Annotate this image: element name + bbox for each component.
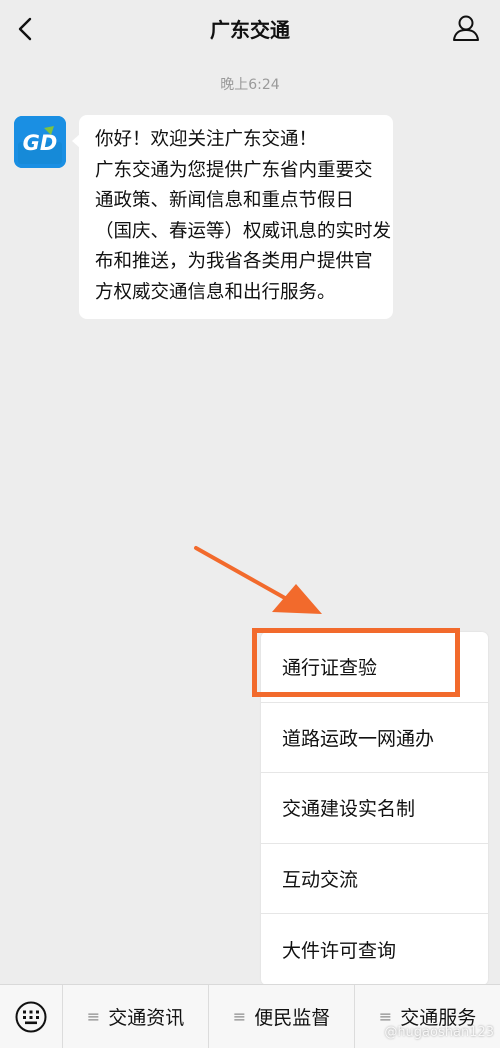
welcome-message-bubble: 你好！欢迎关注广东交通！ 广东交通为您提供广东省内重要交 通政策、新闻信息和重点… [72,115,393,319]
menu-lines-icon: ≡ [232,1007,247,1026]
message-line: 方权威交通信息和出行服务。 [95,281,336,303]
menu-item-road-transport-online[interactable]: 道路运政一网通办 [261,703,488,773]
top-nav-bar: 广东交通 [0,0,500,58]
gd-logo-icon: GD [14,116,66,168]
annotation-arrow [188,540,328,620]
menu-item-pass-verification[interactable]: 通行证查验 [261,632,488,703]
message-timestamp: 晚上6:24 [220,77,280,93]
tab-label: 便民监督 [254,1007,331,1029]
tab-traffic-news[interactable]: ≡ 交通资讯 [62,984,208,1048]
page-title: 广东交通 [210,18,290,42]
tab-label: 交通服务 [400,1007,477,1029]
tab-public-supervision[interactable]: ≡ 便民监督 [208,984,354,1048]
menu-item-interaction[interactable]: 互动交流 [261,844,488,914]
message-line: 布和推送，为我省各类用户提供官 [95,251,373,272]
person-icon [453,15,479,41]
message-line: 通政策、新闻信息和重点节假日 [95,190,355,211]
service-submenu: 通行证查验 道路运政一网通办 交通建设实名制 互动交流 大件许可查询 [261,632,488,985]
message-line: （国庆、春运等）权威讯息的实时发 [95,220,392,242]
message-line: 你好！欢迎关注广东交通！ [95,129,318,150]
bottom-menu-bar: ≡ 交通资讯 ≡ 便民监督 ≡ 交通服务 [0,984,500,1048]
tab-traffic-services[interactable]: ≡ 交通服务 [354,984,500,1048]
account-avatar[interactable]: GD [14,116,66,168]
menu-lines-icon: ≡ [378,1007,393,1026]
message-line: 广东交通为您提供广东省内重要交 [95,159,373,181]
menu-item-oversize-permit[interactable]: 大件许可查询 [261,914,488,985]
keyboard-icon [15,1001,47,1032]
svg-text:GD: GD [23,131,58,155]
menu-item-construction-real-name[interactable]: 交通建设实名制 [261,773,488,844]
tab-label: 交通资讯 [108,1007,185,1029]
profile-button[interactable] [450,12,482,44]
keyboard-toggle-button[interactable] [0,985,62,1048]
menu-lines-icon: ≡ [86,1007,101,1026]
